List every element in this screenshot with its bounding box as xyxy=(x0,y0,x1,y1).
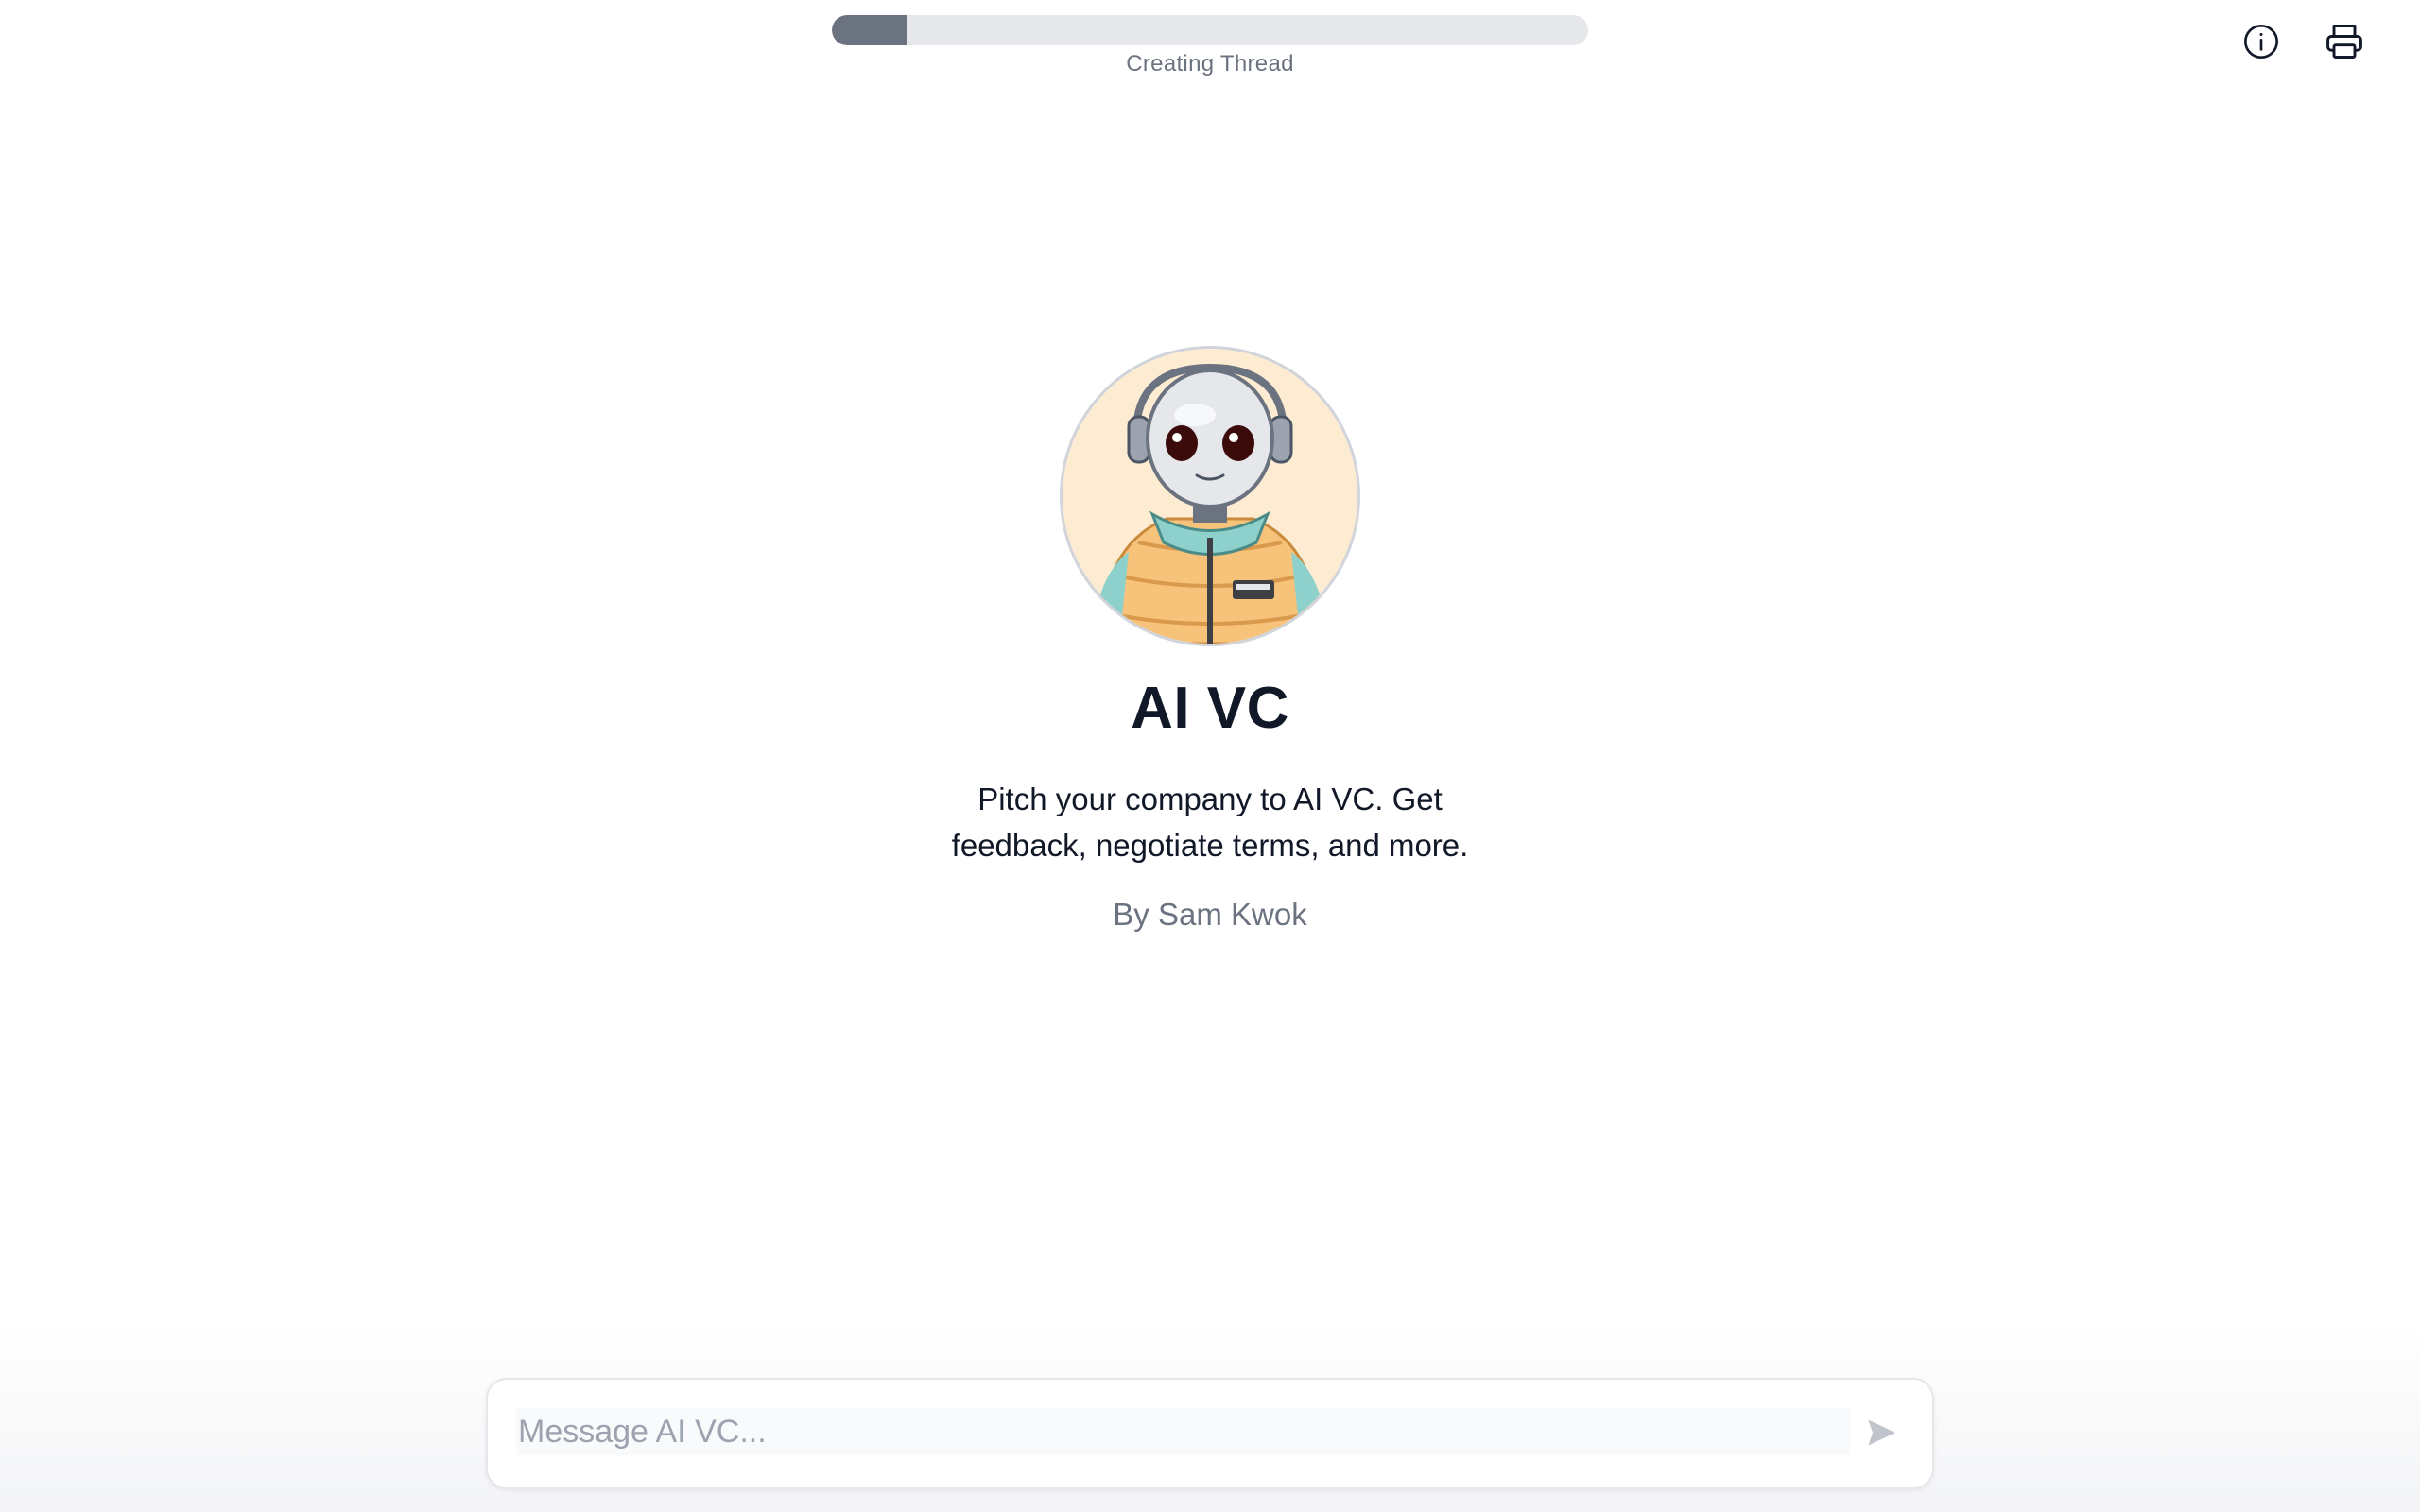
header-actions xyxy=(2238,19,2367,64)
message-input[interactable] xyxy=(516,1408,1851,1455)
printer-icon[interactable] xyxy=(2322,19,2367,64)
thread-progress: Creating Thread xyxy=(832,15,1588,77)
agent-intro: AI VC Pitch your company to AI VC. Get f… xyxy=(0,346,2420,933)
progress-label: Creating Thread xyxy=(1126,51,1294,77)
progress-fill xyxy=(832,15,908,45)
send-button[interactable] xyxy=(1860,1412,1902,1453)
agent-description: Pitch your company to AI VC. Get feedbac… xyxy=(951,782,1469,863)
agent-author: By Sam Kwok xyxy=(1113,897,1307,932)
progress-track xyxy=(832,15,1588,45)
info-icon[interactable] xyxy=(2238,19,2284,64)
message-composer xyxy=(486,1378,1934,1489)
agent-title: AI VC xyxy=(1131,676,1289,741)
agent-avatar xyxy=(1060,346,1360,646)
send-icon xyxy=(1868,1419,1895,1446)
page: Creating Thread AI VC Pitch your company… xyxy=(0,0,2420,1512)
